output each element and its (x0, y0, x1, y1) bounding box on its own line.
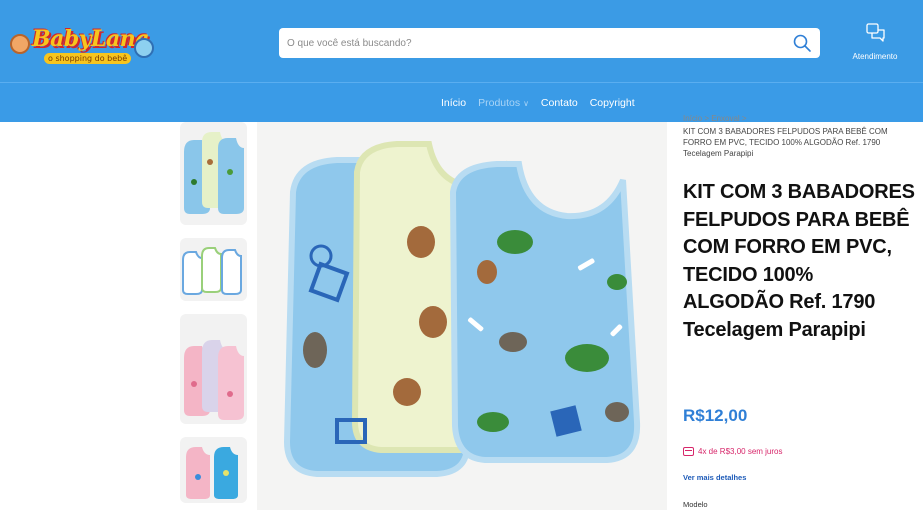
nav-item-contato[interactable]: Contato (541, 97, 578, 109)
breadcrumb-current: KIT COM 3 BABADORES FELPUDOS PARA BEBÊ C… (683, 127, 888, 158)
logo-text: BabyLana (32, 26, 150, 52)
site-logo[interactable]: BabyLana o shopping do bebê (6, 20, 156, 68)
installment-text: 4x de R$3,00 sem juros (698, 447, 783, 456)
product-page: BabyLana o shopping do bebê Atendimento … (0, 0, 923, 510)
product-info: Início > Enxoval > KIT COM 3 BABADORES F… (683, 114, 915, 344)
nav-item-inicio[interactable]: Início (441, 97, 466, 109)
product-thumbnail-2[interactable] (180, 238, 247, 301)
product-price: R$12,00 (683, 406, 748, 425)
nav-item-produtos[interactable]: Produtos ∨ (478, 97, 529, 109)
breadcrumb[interactable]: Início > Enxoval > (683, 114, 915, 126)
installment-info: 4x de R$3,00 sem juros (683, 447, 783, 456)
nav-item-produtos-label: Produtos (478, 97, 521, 109)
chevron-down-icon: ∨ (523, 99, 529, 108)
product-thumbnail-3[interactable] (180, 314, 247, 424)
header: BabyLana o shopping do bebê Atendimento (0, 0, 923, 82)
product-main-image[interactable] (257, 122, 667, 510)
search-icon[interactable] (792, 33, 812, 53)
support-label: Atendimento (852, 52, 898, 61)
credit-card-icon (683, 447, 694, 456)
nav-item-copyright[interactable]: Copyright (590, 97, 635, 109)
more-details-link[interactable]: Ver mais detalhes (683, 473, 746, 482)
chat-bubbles-icon (866, 23, 885, 42)
search-input[interactable] (279, 28, 779, 58)
model-label: Modelo (683, 500, 708, 509)
search-bar (279, 28, 820, 58)
product-title: KIT COM 3 BABADORES FELPUDOS PARA BEBÊ C… (683, 181, 915, 341)
support-button[interactable]: Atendimento (845, 22, 905, 64)
logo-mascot-left (10, 34, 30, 54)
product-thumbnail-4[interactable] (180, 437, 247, 503)
product-thumbnail-1[interactable] (180, 122, 247, 225)
logo-mascot-right (134, 38, 154, 58)
logo-subtext: o shopping do bebê (44, 53, 132, 64)
